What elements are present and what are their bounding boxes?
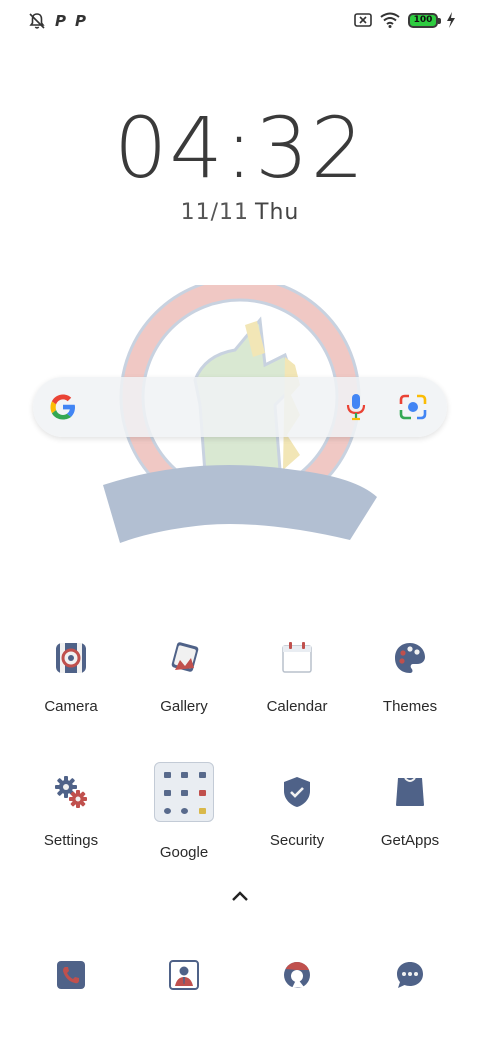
messages-icon bbox=[397, 962, 423, 988]
clock-date[interactable]: 11/11 Thu bbox=[0, 200, 480, 225]
app-security[interactable]: Security bbox=[242, 774, 352, 849]
app-settings[interactable]: Settings bbox=[16, 774, 126, 849]
contacts-icon bbox=[169, 960, 199, 990]
app-label: GetApps bbox=[380, 832, 440, 849]
clock-time[interactable]: 04:32 bbox=[0, 100, 480, 196]
app-label: Security bbox=[269, 832, 325, 849]
battery-level: 100 bbox=[413, 15, 433, 25]
app-themes[interactable]: Themes bbox=[355, 640, 465, 715]
app-camera[interactable]: Camera bbox=[16, 640, 126, 715]
parking-icon: P bbox=[75, 12, 86, 30]
weekday-text: Thu bbox=[255, 200, 300, 225]
app-label: Google bbox=[159, 844, 209, 861]
google-g-icon bbox=[50, 394, 75, 420]
lens-icon[interactable] bbox=[399, 394, 427, 420]
dock-contacts[interactable] bbox=[129, 960, 239, 990]
app-google-folder[interactable]: Google bbox=[129, 762, 239, 861]
app-getapps[interactable]: GetApps bbox=[355, 774, 465, 849]
app-label: Themes bbox=[382, 698, 438, 715]
google-search-bar[interactable] bbox=[33, 377, 447, 437]
folder-icon bbox=[154, 762, 214, 822]
app-gallery[interactable]: Gallery bbox=[129, 640, 239, 715]
shield-icon bbox=[284, 777, 310, 807]
status-left: P P bbox=[28, 12, 86, 30]
shopping-bag-icon bbox=[396, 777, 424, 806]
phone-icon bbox=[57, 961, 85, 989]
app-label: Calendar bbox=[266, 698, 328, 715]
notifications-off-icon bbox=[29, 13, 45, 29]
status-right: 100 bbox=[354, 12, 456, 28]
gallery-icon bbox=[171, 642, 199, 672]
dock-messages[interactable] bbox=[355, 960, 465, 990]
calendar-icon bbox=[282, 642, 312, 673]
status-bar: P P 100 bbox=[0, 0, 480, 44]
gear-icon bbox=[55, 776, 87, 808]
camera-icon bbox=[56, 643, 86, 673]
dock-phone[interactable] bbox=[16, 960, 126, 990]
charging-icon bbox=[447, 12, 455, 28]
parking-icon: P bbox=[55, 12, 66, 30]
browser-icon bbox=[284, 962, 310, 988]
chevron-up-icon[interactable] bbox=[230, 889, 250, 903]
sim-off-icon bbox=[354, 13, 372, 27]
app-label: Camera bbox=[44, 698, 98, 715]
app-calendar[interactable]: Calendar bbox=[242, 640, 352, 715]
date-text: 11/11 bbox=[180, 200, 250, 225]
app-label: Settings bbox=[43, 832, 99, 849]
battery-icon: 100 bbox=[408, 12, 441, 28]
dock-browser[interactable] bbox=[242, 960, 352, 990]
mic-icon[interactable] bbox=[345, 393, 367, 421]
palette-icon bbox=[395, 643, 425, 673]
app-label: Gallery bbox=[160, 698, 208, 715]
wifi-icon bbox=[380, 12, 400, 28]
